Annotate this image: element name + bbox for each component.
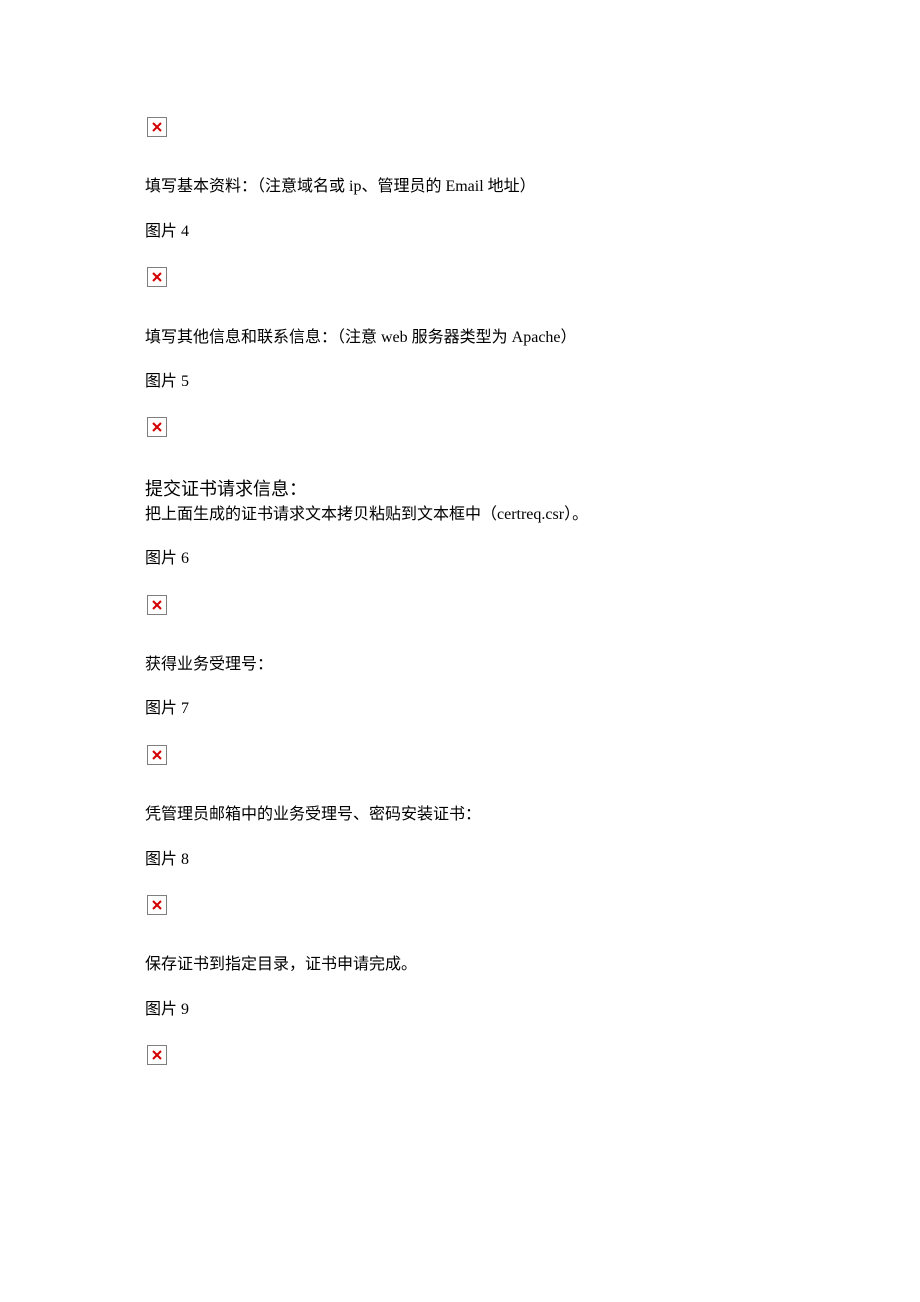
body-text: 填写基本资料：（注意域名或 ip、管理员的 Email 地址） xyxy=(145,176,775,198)
broken-image-icon xyxy=(147,595,167,615)
broken-image-icon xyxy=(147,267,167,287)
body-text: 凭管理员邮箱中的业务受理号、密码安装证书： xyxy=(145,804,775,826)
broken-image-icon xyxy=(147,745,167,765)
figure-caption: 图片 7 xyxy=(145,698,775,720)
document-page: 填写基本资料：（注意域名或 ip、管理员的 Email 地址） 图片 4 填写其… xyxy=(0,0,920,1205)
caption-prefix: 图片 xyxy=(145,550,181,567)
broken-image-icon xyxy=(147,117,167,137)
broken-image-icon xyxy=(147,417,167,437)
body-text: 获得业务受理号： xyxy=(145,654,775,676)
figure-placeholder xyxy=(145,115,775,146)
figure-placeholder xyxy=(145,265,775,296)
caption-number: 7 xyxy=(181,700,189,717)
figure-placeholder xyxy=(145,893,775,924)
figure-caption: 图片 4 xyxy=(145,221,775,243)
figure-placeholder xyxy=(145,415,775,446)
caption-prefix: 图片 xyxy=(145,373,181,390)
caption-prefix: 图片 xyxy=(145,1001,181,1018)
figure-placeholder xyxy=(145,593,775,624)
body-text: 把上面生成的证书请求文本拷贝粘贴到文本框中（certreq.csr）。 xyxy=(145,504,775,526)
caption-prefix: 图片 xyxy=(145,700,181,717)
caption-number: 9 xyxy=(181,1001,189,1018)
caption-number: 6 xyxy=(181,550,189,567)
figure-placeholder xyxy=(145,1043,775,1074)
figure-placeholder xyxy=(145,743,775,774)
caption-number: 5 xyxy=(181,373,189,390)
caption-number: 4 xyxy=(181,223,189,240)
body-text: 填写其他信息和联系信息：（注意 web 服务器类型为 Apache） xyxy=(145,327,775,349)
figure-caption: 图片 6 xyxy=(145,548,775,570)
broken-image-icon xyxy=(147,1045,167,1065)
body-text: 保存证书到指定目录，证书申请完成。 xyxy=(145,954,775,976)
caption-prefix: 图片 xyxy=(145,223,181,240)
figure-caption: 图片 9 xyxy=(145,999,775,1021)
section-heading: 提交证书请求信息： xyxy=(145,477,775,502)
broken-image-icon xyxy=(147,895,167,915)
figure-caption: 图片 8 xyxy=(145,849,775,871)
caption-prefix: 图片 xyxy=(145,851,181,868)
figure-caption: 图片 5 xyxy=(145,371,775,393)
caption-number: 8 xyxy=(181,851,189,868)
